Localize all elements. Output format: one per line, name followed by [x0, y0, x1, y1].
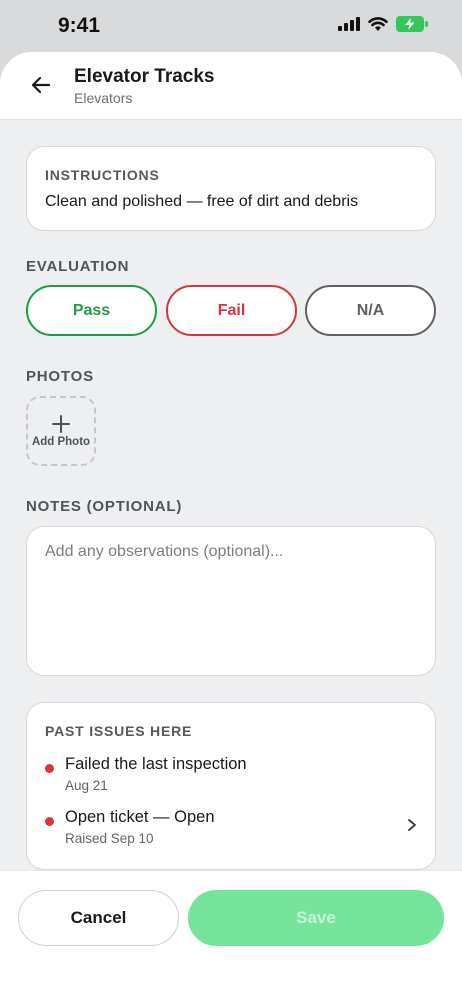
page-subtitle: Elevators: [74, 90, 133, 106]
instructions-card: INSTRUCTIONS Clean and polished — free o…: [26, 146, 436, 231]
instructions-label: INSTRUCTIONS: [45, 167, 160, 183]
past-issues-card: PAST ISSUES HERE Failed the last inspect…: [26, 702, 436, 870]
footer: Cancel Save: [0, 870, 462, 1000]
status-time: 9:41: [58, 14, 101, 37]
save-button[interactable]: Save: [188, 890, 444, 946]
issue-date: Raised Sep 10: [65, 831, 154, 846]
add-photo-button[interactable]: Add Photo: [26, 396, 96, 466]
photos-label: PHOTOS: [26, 368, 94, 385]
status-dot: [45, 764, 54, 773]
wifi-icon: [368, 16, 388, 31]
plus-icon: [52, 415, 70, 433]
fail-button[interactable]: Fail: [166, 285, 297, 336]
past-issues-label: PAST ISSUES HERE: [45, 723, 193, 739]
battery-charging-icon: [396, 16, 428, 32]
notes-label: NOTES (OPTIONAL): [26, 498, 183, 515]
cellular-signal-icon: [338, 17, 360, 31]
inspection-sheet: Elevator Tracks Elevators INSTRUCTIONS C…: [0, 52, 462, 1000]
header: Elevator Tracks Elevators: [0, 52, 462, 120]
issue-title: Open ticket — Open: [65, 808, 215, 826]
issue-title: Failed the last inspection: [65, 755, 247, 773]
back-button[interactable]: [26, 70, 56, 100]
status-bar: 9:41: [0, 0, 462, 52]
past-issue-item: Failed the last inspection Aug 21: [45, 755, 417, 797]
na-button[interactable]: N/A: [305, 285, 436, 336]
add-photo-label: Add Photo: [31, 436, 91, 448]
page-title: Elevator Tracks: [74, 66, 215, 87]
notes-input[interactable]: [26, 526, 436, 676]
instructions-text: Clean and polished — free of dirt and de…: [45, 193, 359, 210]
cancel-button[interactable]: Cancel: [18, 890, 179, 946]
status-icons: [338, 16, 428, 32]
pass-button[interactable]: Pass: [26, 285, 157, 336]
arrow-left-icon: [31, 76, 51, 94]
issue-date: Aug 21: [65, 778, 108, 793]
status-dot: [45, 817, 54, 826]
past-issue-item-ticket[interactable]: Open ticket — Open Raised Sep 10: [45, 808, 417, 850]
chevron-right-icon: [408, 819, 416, 831]
evaluation-label: EVALUATION: [26, 258, 130, 275]
